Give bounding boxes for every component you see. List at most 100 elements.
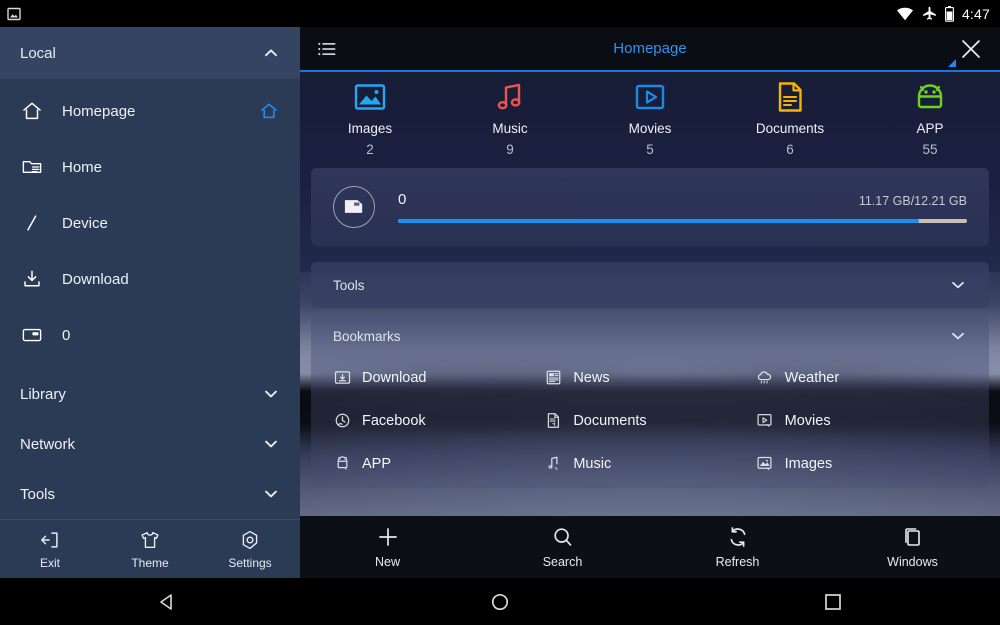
sidebar-item-download[interactable]: Download [0,251,300,307]
sidebar-item-device[interactable]: Device [0,195,300,251]
search-button[interactable]: Search [475,525,650,569]
storage-progress-track [398,219,967,223]
bookmark-label: Weather [785,370,840,386]
sidebar-item-trailing [258,156,280,178]
movie-link-icon [756,412,774,430]
sidebar-section-network[interactable]: Network [0,419,300,469]
plus-icon [376,525,400,549]
home-accent-icon[interactable] [258,100,280,122]
category-documents[interactable]: Documents 6 [720,79,860,157]
category-count: 2 [366,142,374,157]
sidebar-sections: Library Network Tools [0,369,300,519]
category-count: 5 [646,142,654,157]
bookmark-label: Facebook [362,413,426,429]
sd-card-icon [20,323,44,347]
bookmarks-section-title: Bookmarks [333,329,401,344]
category-name: Images [348,121,392,136]
sidebar: Local Homepage Home [0,27,300,578]
bookmark-facebook[interactable]: Facebook [333,399,544,442]
android-nav-bar [0,578,1000,625]
settings-button[interactable]: Settings [200,529,300,570]
storage-progress-fill [398,219,919,223]
category-name: Movies [629,121,672,136]
folder-list-icon [20,155,44,179]
sidebar-item-label: Homepage [62,103,240,120]
home-circle-icon [489,591,511,613]
bookmark-label: Download [362,370,427,386]
bookmark-news[interactable]: News [544,356,755,399]
category-images[interactable]: Images 2 [300,79,440,157]
chevron-up-icon[interactable] [262,44,280,62]
document-link-icon [544,412,562,430]
theme-label: Theme [131,556,168,570]
bookmark-images[interactable]: Images [756,442,967,485]
bookmark-download[interactable]: Download [333,356,544,399]
main-content: Images 2 Music 9 Movies 5 [300,72,1000,516]
sidebar-items: Homepage Home Device [0,79,300,363]
tools-section-header[interactable]: Tools [311,262,989,308]
theme-button[interactable]: Theme [100,529,200,570]
sidebar-section-label: Library [20,386,66,403]
exit-button[interactable]: Exit [0,529,100,570]
bookmarks-grid: Download News Weather [333,356,967,485]
image-icon [352,79,388,115]
sidebar-item-homepage[interactable]: Homepage [0,83,300,139]
sidebar-item-label: 0 [62,327,240,344]
resize-handle-icon[interactable] [948,59,956,67]
bookmark-label: Images [785,456,833,472]
download-icon [20,267,44,291]
list-menu-icon[interactable] [316,38,338,60]
bookmark-label: APP [362,456,391,472]
search-icon [551,525,575,549]
exit-label: Exit [40,556,60,570]
bookmarks-section-header[interactable]: Bookmarks [333,316,967,356]
chevron-down-icon[interactable] [262,435,280,453]
chevron-down-icon[interactable] [262,485,280,503]
chevron-down-icon[interactable] [949,327,967,345]
close-icon[interactable] [958,36,984,62]
category-music[interactable]: Music 9 [440,79,580,157]
sidebar-section-tools[interactable]: Tools [0,469,300,519]
windows-button[interactable]: Windows [825,525,1000,569]
bookmark-movies[interactable]: Movies [756,399,967,442]
sidebar-section-library[interactable]: Library [0,369,300,419]
category-app[interactable]: APP 55 [860,79,1000,157]
bookmark-label: News [573,370,609,386]
sidebar-section-label: Network [20,436,75,453]
nav-home-button[interactable] [333,591,666,613]
sidebar-item-label: Download [62,271,240,288]
wifi-icon [896,7,914,21]
sidebar-item-trailing [258,212,280,234]
nav-recents-button[interactable] [667,591,1000,613]
chevron-down-icon[interactable] [949,276,967,294]
status-bar-notifications [0,7,21,21]
chevron-down-icon[interactable] [262,385,280,403]
airplane-mode-icon [922,6,937,21]
sidebar-item-sdcard[interactable]: 0 [0,307,300,363]
slash-root-icon [20,211,44,235]
refresh-button[interactable]: Refresh [650,525,825,569]
storage-card[interactable]: 0 11.17 GB/12.21 GB [311,168,989,246]
bookmark-documents[interactable]: Documents [544,399,755,442]
category-movies[interactable]: Movies 5 [580,79,720,157]
sidebar-header-label: Local [20,45,56,62]
bookmark-app[interactable]: APP [333,442,544,485]
bookmark-music[interactable]: Music [544,442,755,485]
new-button[interactable]: New [300,525,475,569]
tools-section-title: Tools [333,278,365,293]
storage-size-text: 11.17 GB/12.21 GB [859,194,967,208]
sidebar-header-local[interactable]: Local [0,27,300,79]
back-triangle-icon [156,591,178,613]
image-link-icon [756,455,774,473]
nav-back-button[interactable] [0,591,333,613]
category-name: APP [916,121,943,136]
bookmark-weather[interactable]: Weather [756,356,967,399]
sidebar-item-trailing [258,268,280,290]
settings-label: Settings [228,556,271,570]
storage-name: 0 [398,191,406,208]
sidebar-item-home[interactable]: Home [0,139,300,195]
search-label: Search [543,555,583,569]
photo-notification-icon [7,7,21,21]
exit-icon [39,529,61,551]
facebook-clock-icon [333,412,351,430]
